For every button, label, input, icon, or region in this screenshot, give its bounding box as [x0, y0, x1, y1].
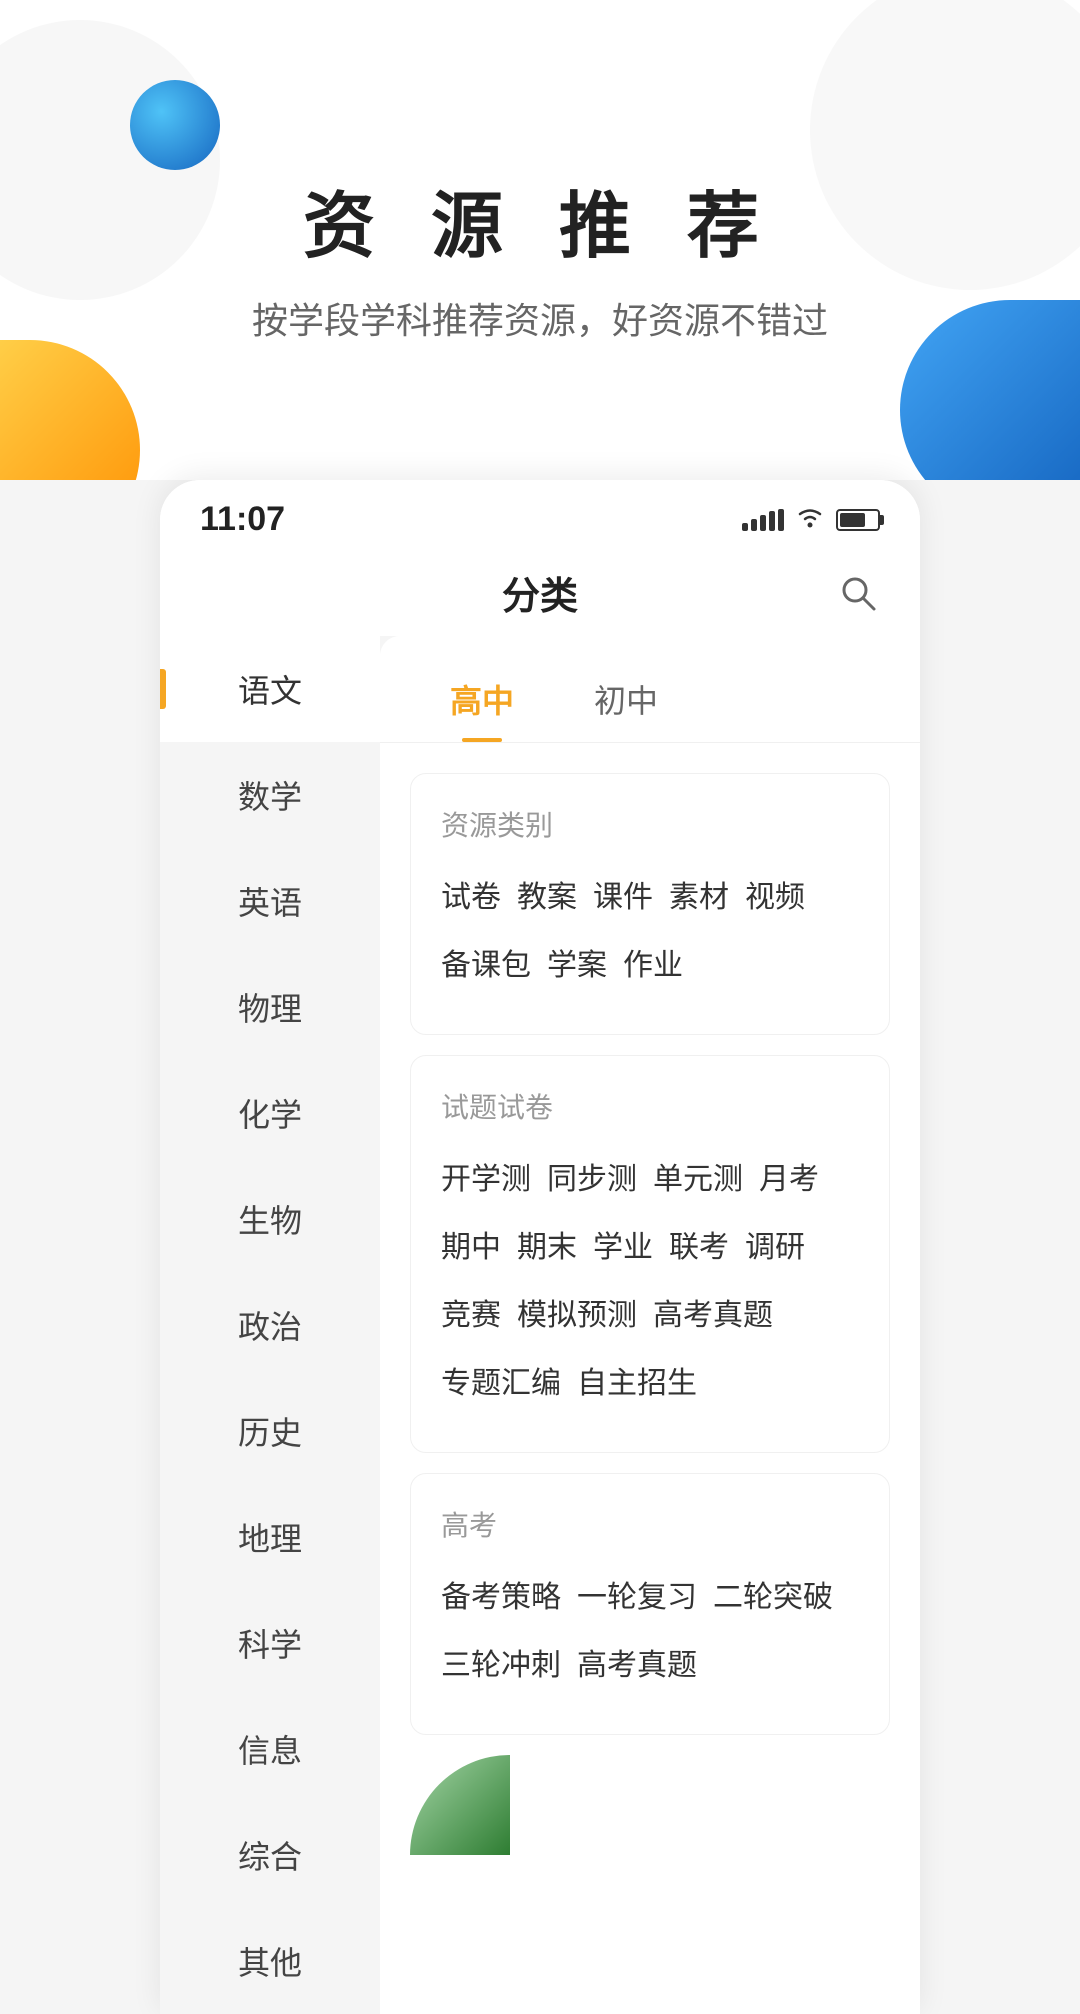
- sidebar-item-zonghe[interactable]: 综合: [160, 1802, 380, 1908]
- section-label-exam-papers: 试题试卷: [441, 1086, 859, 1126]
- tag-高考真题[interactable]: 高考真题: [653, 1286, 773, 1338]
- tag-自主招生[interactable]: 自主招生: [577, 1354, 697, 1406]
- hero-yellow-circle: [0, 340, 140, 480]
- sidebar-item-yuwen[interactable]: 语文: [160, 636, 380, 742]
- tag-教案[interactable]: 教案: [517, 868, 577, 920]
- tag-学业[interactable]: 学业: [593, 1218, 653, 1270]
- tab-chuzhong[interactable]: 初中: [554, 656, 698, 742]
- right-content: 高中初中 资源类别试卷教案课件素材视频备课包学案作业试题试卷开学测同步测单元测月…: [380, 636, 920, 2014]
- tag-联考[interactable]: 联考: [669, 1218, 729, 1270]
- tags-row-exam-papers-2: 竞赛模拟预测高考真题: [441, 1286, 859, 1338]
- hero-blue-half-circle: [900, 300, 1080, 480]
- tag-单元测[interactable]: 单元测: [653, 1150, 743, 1202]
- top-nav: 分类: [160, 549, 920, 636]
- sidebar-item-lishi[interactable]: 历史: [160, 1378, 380, 1484]
- tags-row-resource-type-1: 备课包学案作业: [441, 936, 859, 988]
- sidebar-item-huaxue[interactable]: 化学: [160, 1060, 380, 1166]
- wifi-icon: [796, 506, 824, 534]
- section-gaokao: 高考备考策略一轮复习二轮突破三轮冲刺高考真题: [410, 1473, 890, 1735]
- tag-高考真题[interactable]: 高考真题: [577, 1636, 697, 1688]
- battery-icon: [836, 509, 880, 531]
- section-label-gaokao: 高考: [441, 1504, 859, 1544]
- tag-期中[interactable]: 期中: [441, 1218, 501, 1270]
- tag-月考[interactable]: 月考: [759, 1150, 819, 1202]
- tag-作业[interactable]: 作业: [623, 936, 683, 988]
- tag-专题汇编[interactable]: 专题汇编: [441, 1354, 561, 1406]
- search-button[interactable]: [836, 571, 880, 615]
- sidebar-item-wuli[interactable]: 物理: [160, 954, 380, 1060]
- sidebar-item-qita[interactable]: 其他: [160, 1908, 380, 2014]
- status-time: 11:07: [200, 500, 285, 539]
- sidebar: 语文数学英语物理化学生物政治历史地理科学信息综合其他: [160, 636, 380, 2014]
- tag-视频[interactable]: 视频: [745, 868, 805, 920]
- tag-三轮冲刺[interactable]: 三轮冲刺: [441, 1636, 561, 1688]
- tag-课件[interactable]: 课件: [593, 868, 653, 920]
- tags-row-gaokao-0: 备考策略一轮复习二轮突破: [441, 1568, 859, 1620]
- content-sections: 资源类别试卷教案课件素材视频备课包学案作业试题试卷开学测同步测单元测月考期中期末…: [380, 743, 920, 1885]
- sidebar-item-shengwu[interactable]: 生物: [160, 1166, 380, 1272]
- bottom-leaf-decoration: [410, 1755, 510, 1855]
- tags-row-exam-papers-1: 期中期末学业联考调研: [441, 1218, 859, 1270]
- tags-row-exam-papers-0: 开学测同步测单元测月考: [441, 1150, 859, 1202]
- tag-试卷[interactable]: 试卷: [441, 868, 501, 920]
- subject-tabs: 高中初中: [380, 636, 920, 743]
- tag-模拟预测[interactable]: 模拟预测: [517, 1286, 637, 1338]
- sidebar-item-zhengzhi[interactable]: 政治: [160, 1272, 380, 1378]
- tag-一轮复习[interactable]: 一轮复习: [577, 1568, 697, 1620]
- hero-subtitle: 按学段学科推荐资源，好资源不错过: [252, 292, 828, 344]
- section-label-resource-type: 资源类别: [441, 804, 859, 844]
- tag-调研[interactable]: 调研: [745, 1218, 805, 1270]
- tag-备课包[interactable]: 备课包: [441, 936, 531, 988]
- tags-row-exam-papers-3: 专题汇编自主招生: [441, 1354, 859, 1406]
- tag-竞赛[interactable]: 竞赛: [441, 1286, 501, 1338]
- signal-icon: [742, 509, 784, 531]
- tag-开学测[interactable]: 开学测: [441, 1150, 531, 1202]
- sidebar-item-kexue[interactable]: 科学: [160, 1590, 380, 1696]
- tab-gaozhong[interactable]: 高中: [410, 656, 554, 742]
- sidebar-item-dili[interactable]: 地理: [160, 1484, 380, 1590]
- status-icons: [742, 506, 880, 534]
- tag-素材[interactable]: 素材: [669, 868, 729, 920]
- hero-title: 资 源 推 荐: [303, 167, 777, 272]
- status-bar: 11:07: [160, 480, 920, 549]
- nav-title: 分类: [502, 565, 578, 620]
- hero-blue-dot: [130, 80, 220, 170]
- main-content: 语文数学英语物理化学生物政治历史地理科学信息综合其他 高中初中 资源类别试卷教案…: [160, 636, 920, 2014]
- phone-frame: 11:07 分类: [160, 480, 920, 2014]
- tag-学案[interactable]: 学案: [547, 936, 607, 988]
- tags-row-gaokao-1: 三轮冲刺高考真题: [441, 1636, 859, 1688]
- tag-二轮突破[interactable]: 二轮突破: [713, 1568, 833, 1620]
- hero-bg-circle-right: [810, 0, 1080, 290]
- hero-section: 资 源 推 荐 按学段学科推荐资源，好资源不错过: [0, 0, 1080, 480]
- section-exam-papers: 试题试卷开学测同步测单元测月考期中期末学业联考调研竞赛模拟预测高考真题专题汇编自…: [410, 1055, 890, 1453]
- sidebar-item-shuxue[interactable]: 数学: [160, 742, 380, 848]
- sidebar-item-xinxi[interactable]: 信息: [160, 1696, 380, 1802]
- tag-期末[interactable]: 期末: [517, 1218, 577, 1270]
- tags-row-resource-type-0: 试卷教案课件素材视频: [441, 868, 859, 920]
- sidebar-item-yingyu[interactable]: 英语: [160, 848, 380, 954]
- tag-同步测[interactable]: 同步测: [547, 1150, 637, 1202]
- section-resource-type: 资源类别试卷教案课件素材视频备课包学案作业: [410, 773, 890, 1035]
- tag-备考策略[interactable]: 备考策略: [441, 1568, 561, 1620]
